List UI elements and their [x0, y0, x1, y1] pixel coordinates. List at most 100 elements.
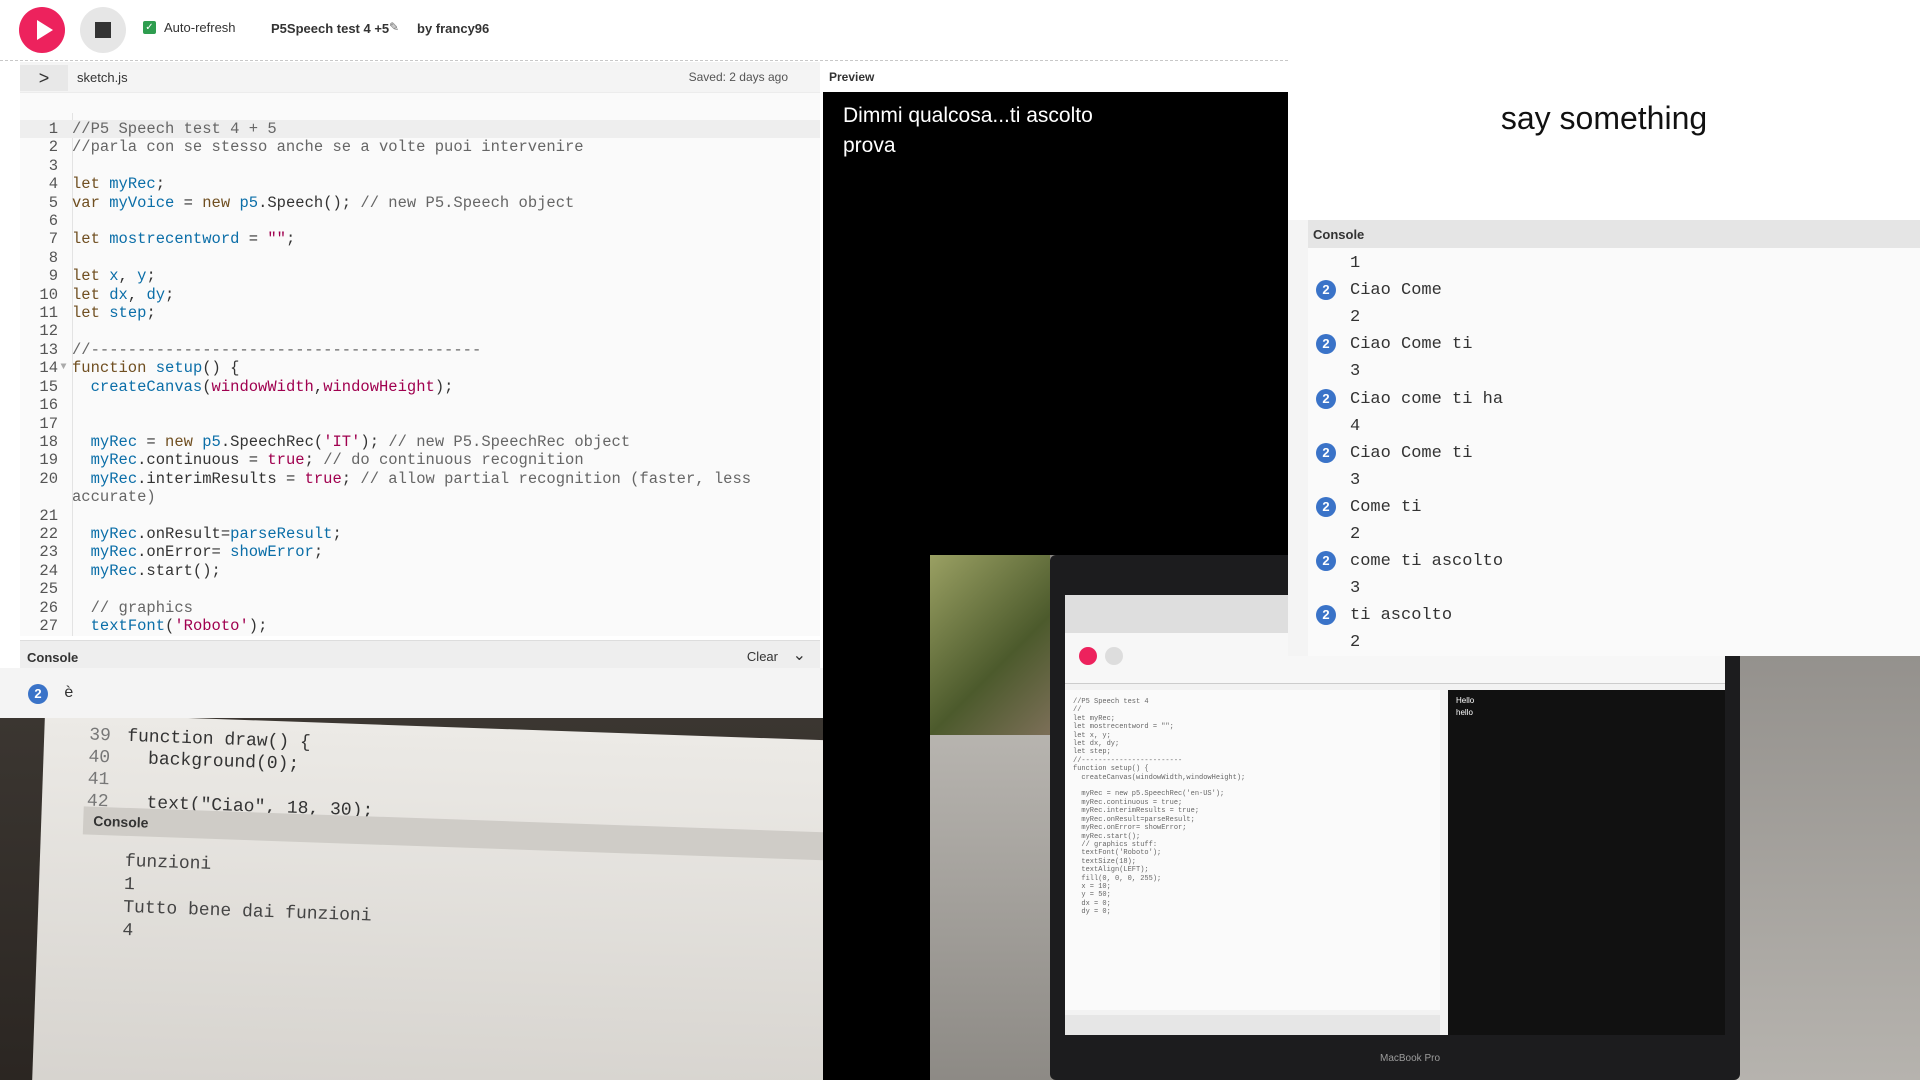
chevron-down-icon[interactable]: ⌄	[793, 645, 806, 665]
code-line[interactable]: 4 let myRec;	[20, 175, 820, 193]
file-tab[interactable]: sketch.js	[77, 70, 128, 85]
message-count-badge: 2	[1316, 280, 1336, 301]
line-number: 12	[39, 322, 58, 341]
line-number: 20	[39, 469, 58, 488]
code-text[interactable]	[69, 249, 72, 267]
code-line[interactable]: 6	[20, 212, 820, 230]
line-number: 27	[39, 616, 58, 635]
sidebar-toggle-button[interactable]: >	[20, 65, 68, 91]
code-line[interactable]: 20 myRec.interimResults = true; // allow…	[20, 470, 820, 488]
code-line[interactable]: 17	[20, 415, 820, 433]
code-line[interactable]: 13 //------------------------------------…	[20, 341, 820, 359]
console-message: Come ti	[1350, 497, 1422, 517]
code-text[interactable]: myRec = new p5.SpeechRec('IT'); // new P…	[69, 433, 631, 451]
code-line[interactable]: 24 myRec.start();	[20, 562, 820, 580]
code-text[interactable]	[69, 580, 72, 598]
code-text[interactable]	[69, 396, 72, 414]
code-line[interactable]: 15 createCanvas(windowWidth,windowHeight…	[20, 378, 820, 396]
code-text[interactable]: function setup() {	[69, 359, 239, 377]
photo-stop-icon	[1105, 647, 1123, 665]
photo-console-output: funzioni 1 Tutto bene dai funzioni 4	[122, 851, 374, 952]
console-right-title: Console	[1313, 227, 1365, 242]
code-line[interactable]: 7 let mostrecentword = "";	[20, 230, 820, 248]
code-text[interactable]	[69, 415, 72, 433]
code-text[interactable]: myRec.onResult=parseResult;	[69, 525, 342, 543]
code-text[interactable]: accurate)	[69, 488, 156, 506]
console-row: 2 ti ascolto	[1308, 602, 1920, 626]
code-text[interactable]: let dx, dy;	[69, 286, 174, 304]
message-count-badge: 2	[1316, 496, 1336, 517]
line-number: 10	[39, 285, 58, 304]
code-line[interactable]: 12	[20, 322, 820, 340]
code-line[interactable]: 5 var myVoice = new p5.Speech(); // new P…	[20, 194, 820, 212]
code-text[interactable]: myRec.interimResults = true; // allow pa…	[69, 470, 751, 488]
stop-icon	[95, 22, 111, 38]
code-text[interactable]: textFont('Roboto');	[69, 617, 268, 635]
play-button[interactable]	[19, 7, 65, 53]
stop-button[interactable]	[80, 7, 126, 53]
console-message: Ciao Come ti	[1350, 335, 1473, 355]
code-text[interactable]	[69, 212, 72, 230]
code-text[interactable]: var myVoice = new p5.Speech(); // new P5…	[69, 194, 574, 212]
photo-play-icon	[1079, 647, 1097, 665]
clear-button[interactable]: Clear	[747, 649, 778, 664]
code-text[interactable]: // graphics	[69, 599, 193, 617]
owner-link[interactable]: by francy96	[417, 21, 489, 36]
preview-text-line-2: prova	[843, 134, 896, 157]
fold-arrow-icon[interactable]: ▼	[58, 359, 69, 377]
code-line[interactable]: 3	[20, 157, 820, 175]
code-line[interactable]: 8	[20, 249, 820, 267]
code-text[interactable]	[69, 322, 72, 340]
code-line[interactable]: 27 textFont('Roboto');	[20, 617, 820, 635]
code-text[interactable]: let step;	[69, 304, 156, 322]
code-text[interactable]: myRec.continuous = true; // do continuou…	[69, 451, 584, 469]
line-number: 18	[39, 432, 58, 451]
code-text[interactable]: createCanvas(windowWidth,windowHeight);	[69, 378, 454, 396]
code-line[interactable]: 22 myRec.onResult=parseResult;	[20, 525, 820, 543]
code-line[interactable]: 14 ▼ function setup() {	[20, 359, 820, 377]
message-count-badge: 2	[1316, 442, 1336, 463]
console-row: 2	[1308, 521, 1920, 545]
code-line[interactable]: 11 let step;	[20, 304, 820, 322]
laptop-photo-left: 39 function draw() {40 background(0); 41 42…	[0, 718, 823, 1080]
console-row: 2 Ciao Come ti	[1308, 331, 1920, 355]
photo-preview-line-2: hello	[1456, 708, 1473, 717]
code-text[interactable]: let mostrecentword = "";	[69, 230, 295, 248]
console-title: Console	[27, 650, 79, 665]
code-line[interactable]: 26 // graphics	[20, 599, 820, 617]
code-text[interactable]: myRec.onError= showError;	[69, 543, 324, 561]
code-text[interactable]: //parla con se stesso anche se a volte p…	[69, 138, 584, 156]
fold-gutter	[58, 267, 69, 285]
code-line[interactable]: 16	[20, 396, 820, 414]
photo-preview: Hello hello	[1448, 690, 1725, 1035]
auto-refresh-toggle[interactable]: ✓ Auto-refresh	[143, 20, 236, 35]
code-line[interactable]: 19 myRec.continuous = true; // do contin…	[20, 451, 820, 469]
fold-gutter	[58, 304, 69, 322]
code-line[interactable]: accurate)	[20, 488, 820, 506]
pencil-icon[interactable]: ✎	[389, 20, 399, 34]
line-number: 25	[39, 580, 58, 599]
code-lines[interactable]: 1 //P5 Speech test 4 + 5 2 //parla con se s…	[20, 120, 820, 635]
fold-gutter	[58, 249, 69, 267]
code-text[interactable]: //P5 Speech test 4 + 5	[69, 120, 277, 138]
project-name[interactable]: P5Speech test 4 +5	[271, 21, 389, 36]
checkbox-checked-icon[interactable]: ✓	[143, 21, 156, 34]
preview-text-line-1: Dimmi qualcosa...ti ascolto	[843, 104, 1093, 127]
code-text[interactable]	[69, 507, 72, 525]
code-editor[interactable]: 1 //P5 Speech test 4 + 5 2 //parla con se s…	[20, 92, 820, 636]
code-text[interactable]: let myRec;	[69, 175, 165, 193]
console-message: è	[64, 684, 74, 702]
code-line[interactable]: 23 myRec.onError= showError;	[20, 543, 820, 561]
code-line[interactable]: 1 //P5 Speech test 4 + 5	[20, 120, 820, 139]
code-line[interactable]: 2 //parla con se stesso anche se a volte …	[20, 138, 820, 156]
code-line[interactable]: 9 let x, y;	[20, 267, 820, 285]
code-text[interactable]: myRec.start();	[69, 562, 221, 580]
code-line[interactable]: 18 myRec = new p5.SpeechRec('IT'); // ne…	[20, 433, 820, 451]
code-line[interactable]: 25	[20, 580, 820, 598]
photo-line-number: 41	[87, 769, 110, 791]
code-text[interactable]	[69, 157, 72, 175]
code-text[interactable]: //--------------------------------------…	[69, 341, 481, 359]
code-line[interactable]: 10 let dx, dy;	[20, 286, 820, 304]
code-text[interactable]: let x, y;	[69, 267, 156, 285]
code-line[interactable]: 21	[20, 507, 820, 525]
